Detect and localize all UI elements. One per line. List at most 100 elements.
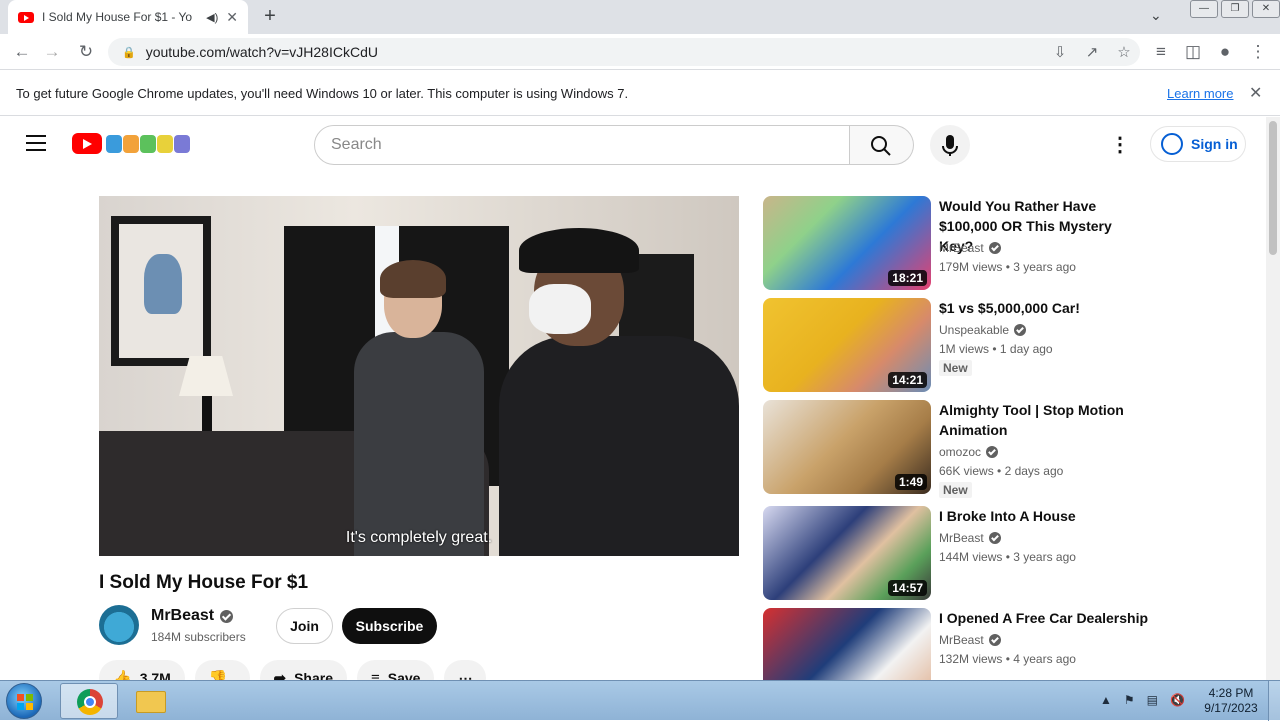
speaker-icon[interactable]: ◀) [206, 11, 218, 24]
scrollbar-thumb[interactable] [1269, 121, 1277, 255]
url-text[interactable]: youtube.com/watch?v=vJH28ICkCdU [146, 44, 378, 60]
related-channel[interactable]: Unspeakable [939, 323, 1027, 337]
related-video[interactable]: 1:49 Almighty Tool | Stop Motion Animati… [763, 400, 1163, 498]
duration-badge: 18:21 [888, 270, 927, 286]
bookmark-star-icon[interactable]: ☆ [1108, 43, 1140, 61]
channel-name-row[interactable]: MrBeast [151, 607, 234, 625]
related-channel[interactable]: omozoc [939, 445, 999, 459]
related-video[interactable]: 14:57 I Broke Into A House MrBeast 144M … [763, 506, 1163, 600]
close-tab-icon[interactable]: ✕ [226, 9, 238, 26]
verified-check-icon [1014, 324, 1027, 336]
related-title[interactable]: Almighty Tool | Stop Motion Animation [939, 400, 1149, 440]
network-icon[interactable]: ▤ [1147, 693, 1158, 707]
infobar-message: To get future Google Chrome updates, you… [16, 85, 629, 101]
upload-age: 2 days ago [1004, 464, 1064, 478]
back-arrow-icon[interactable]: ← [10, 40, 34, 64]
volume-muted-icon[interactable]: 🔇 [1170, 693, 1185, 707]
video-title: I Sold My House For $1 [99, 572, 309, 593]
media-queue-icon[interactable]: ≡ [1149, 40, 1173, 64]
doodle-logo-icon [106, 134, 191, 153]
youtube-logo[interactable] [72, 133, 191, 154]
taskbar-explorer-button[interactable] [122, 683, 180, 719]
action-center-flag-icon[interactable]: ⚑ [1124, 693, 1135, 707]
youtube-play-icon [72, 133, 102, 154]
duration-badge: 14:21 [888, 372, 927, 388]
video-thumbnail[interactable]: 18:21 [763, 196, 931, 290]
channel-label: Unspeakable [939, 323, 1010, 337]
video-player[interactable]: It's completely great. [99, 196, 739, 556]
voice-search-button[interactable] [930, 125, 970, 165]
channel-label: MrBeast [939, 241, 984, 255]
channel-name[interactable]: MrBeast [151, 607, 214, 625]
update-infobar: To get future Google Chrome updates, you… [0, 71, 1280, 116]
user-circle-icon [1161, 133, 1183, 155]
folder-icon [136, 691, 166, 713]
related-title[interactable]: I Opened A Free Car Dealership [939, 608, 1149, 628]
search-input[interactable]: Search [314, 125, 850, 165]
window-controls: — ❐ ✕ [1187, 0, 1280, 18]
minimize-button[interactable]: — [1190, 0, 1218, 18]
channel-label: omozoc [939, 445, 982, 459]
settings-more-icon[interactable]: ⋮ [1110, 133, 1130, 157]
view-count: 132M views [939, 652, 1003, 666]
install-icon[interactable]: ⇩ [1044, 43, 1076, 61]
close-infobar-icon[interactable]: ✕ [1249, 83, 1262, 103]
restore-button[interactable]: ❐ [1221, 0, 1249, 18]
profile-icon[interactable]: ● [1213, 40, 1237, 64]
search-icon [871, 136, 891, 156]
browser-tab-active[interactable]: I Sold My House For $1 - Yo ◀) ✕ [8, 0, 248, 34]
channel-avatar[interactable] [99, 605, 139, 645]
view-count: 179M views [939, 260, 1003, 274]
youtube-favicon-icon [18, 11, 34, 23]
microphone-icon [942, 135, 958, 156]
windows-taskbar: ▲ ⚑ ▤ 🔇 4:28 PM 9/17/2023 [0, 680, 1280, 721]
new-badge: New [939, 482, 972, 498]
verified-check-icon [988, 242, 1001, 254]
lock-icon[interactable]: 🔒 [122, 46, 136, 59]
system-clock[interactable]: 4:28 PM 9/17/2023 [1196, 686, 1266, 716]
taskbar-chrome-button[interactable] [60, 683, 118, 719]
video-thumbnail[interactable]: 14:57 [763, 506, 931, 600]
upload-age: 3 years ago [1013, 260, 1076, 274]
address-bar[interactable]: 🔒 youtube.com/watch?v=vJH28ICkCdU ⇩ ↗ ☆ [108, 38, 1140, 66]
related-channel[interactable]: MrBeast [939, 633, 1001, 647]
clock-date: 9/17/2023 [1204, 701, 1258, 715]
forward-arrow-icon[interactable]: → [40, 40, 64, 64]
related-video[interactable]: I Opened A Free Car Dealership MrBeast 1… [763, 608, 1163, 680]
show-hidden-icons-icon[interactable]: ▲ [1100, 693, 1112, 707]
reload-icon[interactable]: ↻ [74, 40, 98, 64]
view-count: 66K views [939, 464, 994, 478]
view-count: 1M views [939, 342, 990, 356]
related-channel[interactable]: MrBeast [939, 241, 1001, 255]
show-desktop-button[interactable] [1268, 681, 1280, 721]
related-meta: 179M views • 3 years ago [939, 260, 1076, 274]
close-window-button[interactable]: ✕ [1252, 0, 1280, 18]
verified-check-icon [988, 532, 1001, 544]
side-panel-icon[interactable]: ◫ [1181, 40, 1205, 64]
video-thumbnail[interactable]: 14:21 [763, 298, 931, 392]
menu-icon[interactable] [26, 135, 46, 151]
subscribe-button[interactable]: Subscribe [342, 608, 437, 644]
tab-search-chevron-icon[interactable]: ⌄ [1150, 7, 1162, 24]
new-tab-button[interactable]: + [258, 5, 282, 29]
verified-check-icon [986, 446, 999, 458]
related-title[interactable]: $1 vs $5,000,000 Car! [939, 298, 1149, 318]
youtube-header: Search ⋮ Sign in [0, 117, 1266, 173]
search-button[interactable] [850, 125, 914, 165]
chrome-menu-icon[interactable]: ⋮ [1246, 40, 1270, 64]
page-scrollbar[interactable] [1266, 117, 1280, 680]
join-button[interactable]: Join [276, 608, 333, 644]
video-thumbnail[interactable]: 1:49 [763, 400, 931, 494]
learn-more-link[interactable]: Learn more [1167, 86, 1233, 101]
upload-age: 4 years ago [1013, 652, 1076, 666]
sign-in-button[interactable]: Sign in [1150, 126, 1246, 162]
related-title[interactable]: I Broke Into A House [939, 506, 1149, 526]
start-button[interactable] [6, 683, 42, 719]
tab-strip: I Sold My House For $1 - Yo ◀) ✕ + ⌄ — ❐… [0, 0, 1280, 34]
related-video[interactable]: 18:21 Would You Rather Have $100,000 OR … [763, 196, 1163, 290]
share-page-icon[interactable]: ↗ [1076, 43, 1108, 61]
video-thumbnail[interactable] [763, 608, 931, 680]
related-channel[interactable]: MrBeast [939, 531, 1001, 545]
browser-toolbar: ← → ↻ 🔒 youtube.com/watch?v=vJH28ICkCdU … [0, 34, 1280, 70]
related-video[interactable]: 14:21 $1 vs $5,000,000 Car! Unspeakable … [763, 298, 1163, 392]
